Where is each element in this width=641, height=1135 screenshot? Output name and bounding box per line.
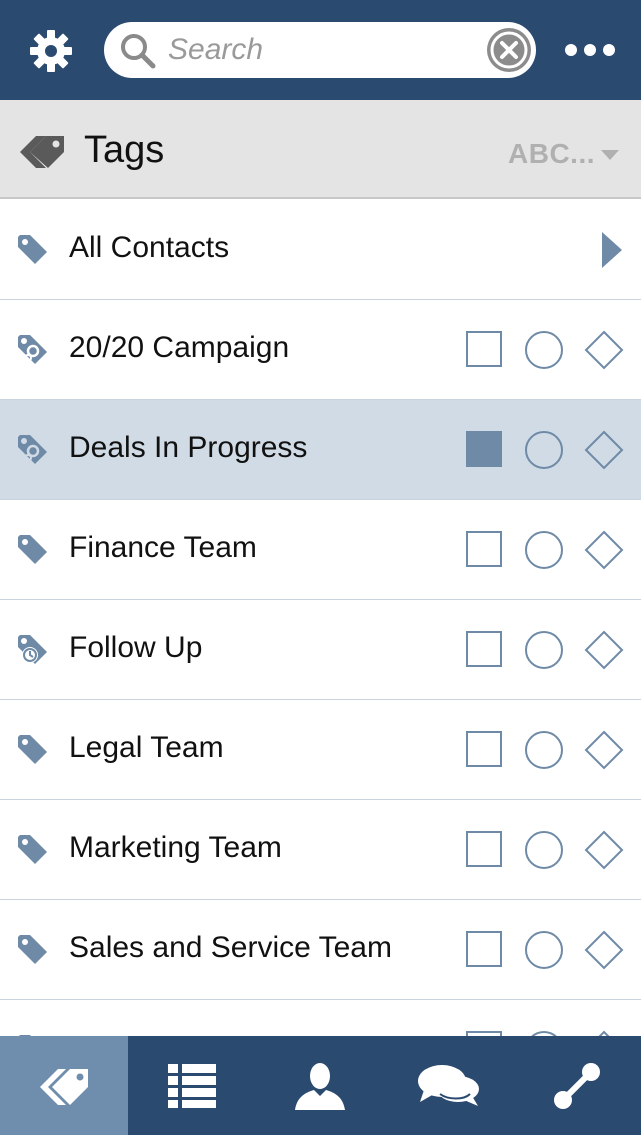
tab-connections[interactable] — [513, 1036, 641, 1135]
diamond-toggle[interactable] — [584, 630, 624, 670]
square-toggle[interactable] — [466, 931, 502, 967]
search-bar[interactable] — [104, 22, 536, 78]
list-item[interactable]: 20/20 Campaign — [0, 300, 641, 400]
list-item-label: Sales and Service Team — [69, 931, 392, 964]
circle-toggle[interactable] — [525, 731, 563, 769]
square-toggle[interactable] — [466, 631, 502, 667]
circle-toggle[interactable] — [525, 831, 563, 869]
list-item[interactable]: Legal Team — [0, 700, 641, 800]
page-title: Tags — [84, 129, 165, 171]
circle-toggle[interactable] — [525, 631, 563, 669]
diamond-toggle[interactable] — [584, 730, 624, 770]
chevron-down-icon[interactable] — [601, 150, 619, 160]
tab-messages[interactable] — [385, 1036, 513, 1135]
chevron-right-icon[interactable] — [602, 232, 622, 268]
list-item[interactable]: Follow Up — [0, 600, 641, 700]
tag-icon — [18, 735, 47, 764]
circle-toggle[interactable] — [525, 331, 563, 369]
diamond-toggle[interactable] — [584, 930, 624, 970]
list-item[interactable] — [0, 1000, 641, 1036]
square-toggle[interactable] — [466, 431, 502, 467]
tag-icon — [18, 935, 47, 964]
circle-toggle[interactable] — [525, 931, 563, 969]
square-toggle[interactable] — [466, 531, 502, 567]
list-item-label: 20/20 Campaign — [69, 331, 290, 364]
more-dots-icon[interactable] — [562, 40, 618, 60]
list-item[interactable]: Deals In Progress — [0, 400, 641, 500]
tab-contacts[interactable] — [256, 1036, 384, 1135]
diamond-toggle[interactable] — [584, 430, 624, 470]
tags-header: Tags ABC... — [0, 100, 641, 199]
diamond-toggle[interactable] — [584, 330, 624, 370]
search-icon — [121, 34, 156, 69]
list-item-label: Follow Up — [69, 631, 203, 664]
gear-icon[interactable] — [27, 27, 75, 75]
tags-icon — [20, 136, 64, 168]
list-item-label: Marketing Team — [69, 831, 282, 864]
list-item-label: Deals In Progress — [69, 431, 308, 464]
diamond-toggle[interactable] — [584, 530, 624, 570]
list-item-all-contacts[interactable]: All Contacts — [0, 200, 641, 300]
list-item[interactable]: Sales and Service Team — [0, 900, 641, 1000]
square-toggle[interactable] — [466, 831, 502, 867]
list-item-label: All Contacts — [69, 231, 230, 264]
top-bar — [0, 0, 641, 100]
circle-toggle[interactable] — [525, 531, 563, 569]
list-item[interactable]: Marketing Team — [0, 800, 641, 900]
list-item-label: Finance Team — [69, 531, 257, 564]
tab-list[interactable] — [128, 1036, 256, 1135]
square-toggle[interactable] — [466, 331, 502, 367]
tags-icon — [40, 1068, 89, 1105]
list-icon — [168, 1063, 217, 1108]
bottom-tab-bar — [0, 1036, 641, 1135]
tag-icon — [18, 235, 47, 264]
list-item[interactable]: Finance Team — [0, 500, 641, 600]
campaign-tag-icon — [18, 435, 47, 464]
clear-x-icon[interactable] — [486, 27, 532, 73]
clock-tag-icon — [18, 635, 47, 664]
sort-dropdown[interactable]: ABC... — [508, 138, 595, 170]
diamond-toggle[interactable] — [584, 830, 624, 870]
contact-icon — [295, 1062, 346, 1110]
tag-icon — [18, 535, 47, 564]
chat-icon — [417, 1064, 479, 1106]
tag-icon — [18, 835, 47, 864]
connection-icon — [553, 1062, 600, 1109]
square-toggle[interactable] — [466, 731, 502, 767]
tag-list: All Contacts 20/20 Campaign Deals In Pro… — [0, 200, 641, 1036]
circle-toggle[interactable] — [525, 431, 563, 469]
search-input[interactable] — [168, 30, 468, 70]
tab-tags[interactable] — [0, 1036, 129, 1135]
campaign-tag-icon — [18, 335, 47, 364]
list-item-label: Legal Team — [69, 731, 224, 764]
